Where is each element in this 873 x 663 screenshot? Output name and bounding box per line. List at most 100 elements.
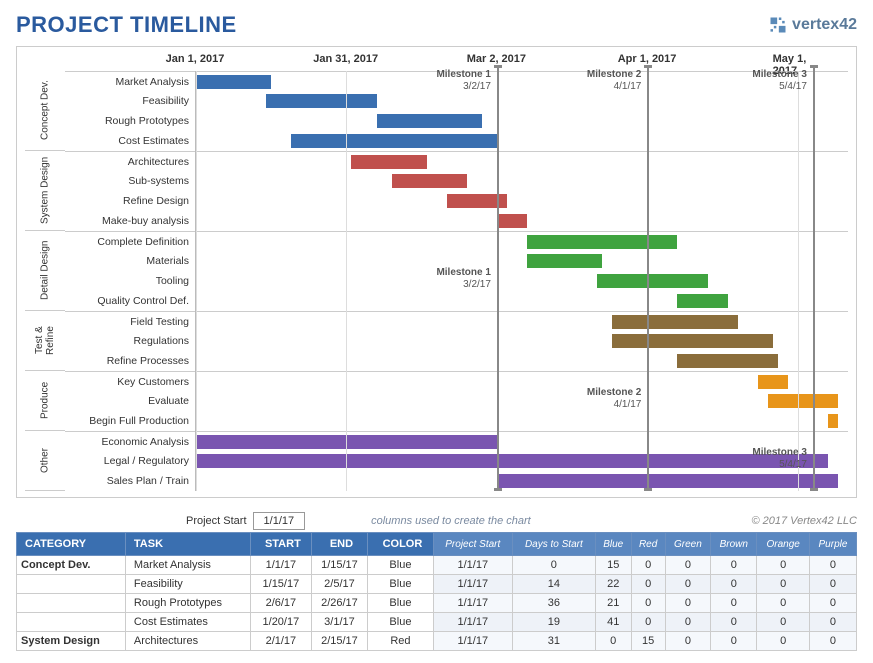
bar-row: [196, 351, 848, 371]
task-label: Refine Design: [65, 191, 195, 211]
bar-row: [196, 391, 848, 411]
col-header: END: [311, 533, 368, 556]
milestone-label: Milestone 13/2/17: [427, 69, 491, 93]
col-header: COLOR: [368, 533, 433, 556]
gantt-bar: [677, 354, 777, 368]
col-header-sub: Days to Start: [512, 533, 595, 556]
milestone-line: [813, 65, 815, 491]
task-label: Tooling: [65, 271, 195, 291]
col-header-sub: Blue: [595, 533, 631, 556]
milestone-label-inline: Milestone 13/2/17: [427, 267, 491, 291]
gantt-bar: [392, 174, 467, 188]
col-header-sub: Red: [631, 533, 665, 556]
task-label: Legal / Regulatory: [65, 451, 195, 471]
bar-row: [196, 471, 848, 491]
milestone-line: [497, 65, 499, 491]
meta-row: Project Start 1/1/17 columns used to cre…: [16, 512, 857, 530]
group-label: System Design: [25, 151, 65, 231]
task-label: Sales Plan / Train: [65, 471, 195, 491]
bars-area: Milestone 13/2/17 Milestone 24/1/17 Milest…: [195, 71, 848, 491]
bar-row: [196, 171, 848, 191]
table-row: Rough Prototypes2/6/172/26/17Blue1/1/173…: [17, 594, 857, 613]
gantt-bar: [351, 155, 426, 169]
bar-row: [196, 91, 848, 111]
bar-row: [196, 111, 848, 131]
col-header-sub: Green: [665, 533, 711, 556]
col-header-sub: Project Start: [433, 533, 512, 556]
gantt-bar: [768, 394, 838, 408]
gantt-bar: [291, 134, 497, 148]
bar-row: [196, 271, 848, 291]
table-row: Feasibility1/15/172/5/17Blue1/1/17142200…: [17, 575, 857, 594]
gantt-bar: [758, 375, 788, 389]
task-label: Regulations: [65, 331, 195, 351]
task-label: Complete Definition: [65, 231, 195, 251]
brand-logo: vertex42: [768, 15, 857, 35]
group-label: Produce: [25, 371, 65, 431]
task-label: Cost Estimates: [65, 131, 195, 151]
gantt-bar: [612, 334, 772, 348]
milestone-line: [647, 65, 649, 491]
gantt-bar: [196, 454, 828, 468]
project-start-value: 1/1/17: [253, 512, 306, 530]
table-row: System DesignArchitectures2/1/172/15/17R…: [17, 632, 857, 651]
bar-row: [196, 251, 848, 271]
col-header: CATEGORY: [17, 533, 126, 556]
col-header-sub: Orange: [757, 533, 809, 556]
bar-row: [196, 371, 848, 391]
milestone-label-inline: Milestone 24/1/17: [577, 387, 641, 411]
axis-tick: Jan 1, 2017: [166, 53, 225, 65]
col-header: TASK: [125, 533, 250, 556]
gantt-bar: [612, 315, 737, 329]
task-label: Key Customers: [65, 371, 195, 391]
axis-tick: Jan 31, 2017: [313, 53, 378, 65]
gantt-bar: [527, 235, 677, 249]
project-start-label: Project Start: [186, 515, 247, 527]
task-label: Begin Full Production: [65, 411, 195, 431]
bar-row: [196, 331, 848, 351]
gantt-bar: [597, 274, 707, 288]
table-row: Concept Dev.Market Analysis1/1/171/15/17…: [17, 556, 857, 575]
gantt-bar: [497, 214, 527, 228]
col-header-sub: Purple: [809, 533, 856, 556]
gantt-bar: [266, 94, 376, 108]
task-label: Feasibility: [65, 91, 195, 111]
group-label: Other: [25, 431, 65, 491]
bar-row: [196, 231, 848, 251]
axis-tick: Apr 1, 2017: [618, 53, 677, 65]
bar-row: [196, 151, 848, 171]
milestone-label: Milestone 35/4/17: [743, 69, 807, 93]
gantt-bar: [377, 114, 482, 128]
table-row: Cost Estimates1/20/173/1/17Blue1/1/17194…: [17, 613, 857, 632]
task-label: Architectures: [65, 151, 195, 171]
bar-row: [196, 311, 848, 331]
task-label: Field Testing: [65, 311, 195, 331]
gantt-chart: Jan 1, 2017 Jan 31, 2017 Mar 2, 2017 Apr 1,…: [16, 46, 857, 498]
task-label: Quality Control Def.: [65, 291, 195, 311]
axis-tick: Mar 2, 2017: [467, 53, 526, 65]
bar-row: [196, 131, 848, 151]
task-label: Sub-systems: [65, 171, 195, 191]
columns-note: columns used to create the chart: [371, 515, 531, 527]
group-label: Test & Refine: [25, 311, 65, 371]
logo-text: vertex42: [792, 16, 857, 34]
col-header: START: [251, 533, 312, 556]
header: PROJECT TIMELINE vertex42: [16, 12, 857, 38]
task-label: Market Analysis: [65, 71, 195, 91]
bar-row: [196, 211, 848, 231]
task-label: Rough Prototypes: [65, 111, 195, 131]
gantt-bar: [497, 474, 838, 488]
group-label: Detail Design: [25, 231, 65, 311]
logo-icon: [768, 15, 788, 35]
task-label: Make-buy analysis: [65, 211, 195, 231]
gantt-bar: [527, 254, 602, 268]
task-label: Evaluate: [65, 391, 195, 411]
task-label: Refine Processes: [65, 351, 195, 371]
bar-row: [196, 291, 848, 311]
group-label: Concept Dev.: [25, 71, 65, 151]
page-title: PROJECT TIMELINE: [16, 12, 237, 38]
task-label: Economic Analysis: [65, 431, 195, 451]
group-labels: Concept Dev.System DesignDetail DesignTe…: [25, 71, 65, 491]
bar-row: [196, 411, 848, 431]
col-header-sub: Brown: [711, 533, 757, 556]
